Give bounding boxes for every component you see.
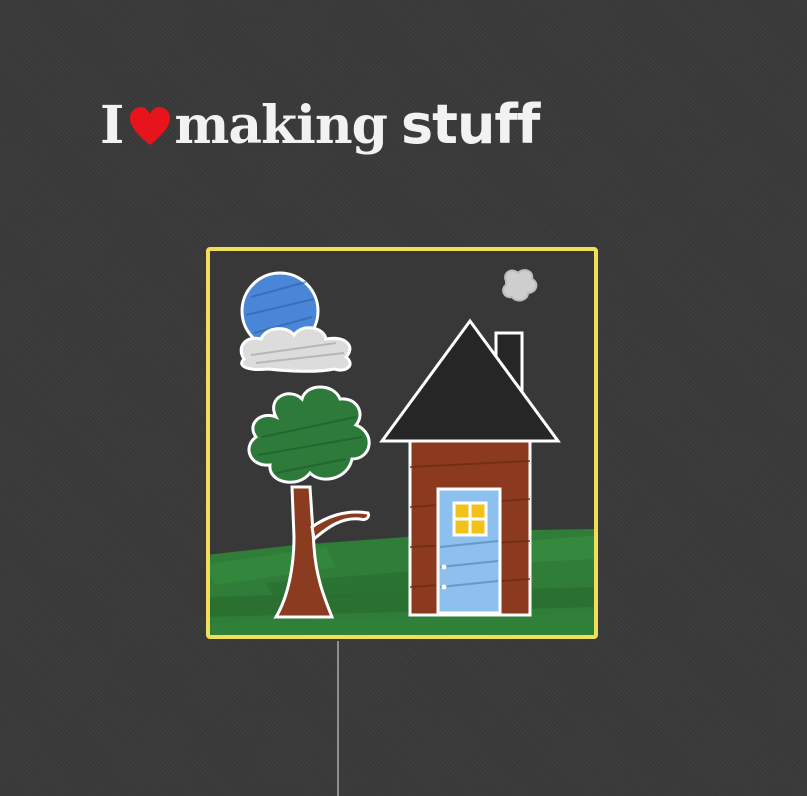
headline-word-stuff: stuff	[401, 93, 540, 156]
drawing-frame[interactable]	[206, 247, 598, 639]
house-drawing	[206, 247, 598, 639]
door-window	[452, 501, 488, 537]
headline: I making stuff	[100, 93, 540, 178]
headline-word-i: I	[100, 95, 125, 156]
heart-icon	[128, 105, 172, 149]
headline-word-making: making	[174, 95, 388, 156]
hanging-string	[337, 641, 339, 796]
